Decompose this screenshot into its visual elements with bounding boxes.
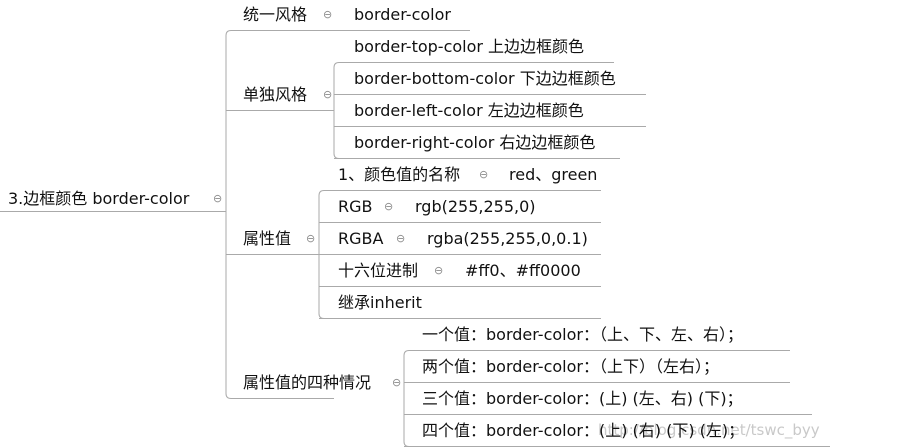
four-cases-item[interactable]: 两个值：border-color：（上下）（左右）； (422, 357, 719, 377)
connector-lines (0, 30, 830, 447)
individual-style-item[interactable]: border-top-color 上边边框颜色 (354, 37, 584, 57)
mind-map: http://blog.csdn.net/tswc_byy 3.边框颜色 bor… (0, 0, 910, 448)
collapse-icon[interactable]: ⊖ (213, 193, 222, 205)
value-rgba[interactable]: RGBA (338, 229, 383, 249)
collapse-icon[interactable]: ⊖ (384, 201, 393, 213)
four-cases-item[interactable]: 三个值：border-color：(上) (左、右) (下)； (422, 389, 743, 409)
value-rgb[interactable]: RGB (338, 197, 373, 217)
individual-style-item[interactable]: border-bottom-color 下边边框颜色 (354, 69, 616, 89)
unified-style-value[interactable]: border-color (354, 5, 451, 25)
value-named-color[interactable]: 1、颜色值的名称 (338, 165, 460, 185)
value-rgb-example[interactable]: rgb(255,255,0) (415, 197, 536, 217)
value-named-color-example[interactable]: red、green (509, 165, 597, 185)
collapse-icon[interactable]: ⊖ (479, 169, 488, 181)
collapse-icon[interactable]: ⊖ (323, 89, 332, 101)
value-hex[interactable]: 十六位进制 (338, 261, 418, 281)
value-hex-example[interactable]: #ff0、#ff0000 (465, 261, 581, 281)
collapse-icon[interactable]: ⊖ (323, 9, 332, 21)
collapse-icon[interactable]: ⊖ (396, 233, 405, 245)
collapse-icon[interactable]: ⊖ (306, 233, 315, 245)
collapse-icon[interactable]: ⊖ (392, 377, 401, 389)
branch-property-values[interactable]: 属性值 (243, 229, 291, 249)
four-cases-item[interactable]: 一个值：border-color：（上、下、左、右）； (422, 325, 743, 345)
branch-four-cases[interactable]: 属性值的四种情况 (243, 373, 371, 393)
collapse-icon[interactable]: ⊖ (434, 265, 443, 277)
branch-unified-style[interactable]: 统一风格 (243, 5, 307, 25)
individual-style-item[interactable]: border-left-color 左边边框颜色 (354, 101, 584, 121)
branch-individual-style[interactable]: 单独风格 (243, 85, 307, 105)
value-inherit[interactable]: 继承inherit (338, 293, 422, 313)
four-cases-item[interactable]: 四个值：border-color：(上) (右) (下) (左)； (422, 421, 744, 441)
value-rgba-example[interactable]: rgba(255,255,0,0.1) (427, 229, 588, 249)
individual-style-item[interactable]: border-right-color 右边边框颜色 (354, 133, 595, 153)
root-node[interactable]: 3.边框颜色 border-color (8, 189, 189, 209)
